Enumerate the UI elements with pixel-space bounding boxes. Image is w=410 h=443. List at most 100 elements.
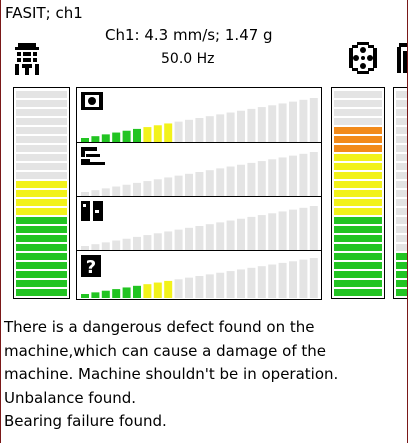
level-bar <box>268 213 277 250</box>
level-bar <box>205 224 214 250</box>
gauge-segment <box>396 91 407 98</box>
gauge-segment <box>334 154 382 161</box>
gauge-segment <box>396 145 407 152</box>
level-bar <box>174 279 183 298</box>
level-bar <box>257 215 266 250</box>
level-bar <box>112 289 121 298</box>
gauge-segment <box>16 118 67 125</box>
gauge-segment <box>334 253 382 260</box>
level-bar <box>185 277 193 298</box>
level-bar <box>268 105 277 142</box>
level-bar <box>101 188 110 196</box>
gauge-segment <box>396 190 407 197</box>
gauge-segment <box>334 172 382 179</box>
looseness-row <box>76 196 322 252</box>
gauge-segment <box>334 190 382 197</box>
level-bar <box>133 128 141 142</box>
gauge-segment <box>334 289 382 296</box>
unknown-fault-level-bars <box>81 258 318 298</box>
gauge-segment <box>16 199 67 206</box>
gauge-segment <box>396 235 407 242</box>
level-bar <box>143 284 152 298</box>
level-bar <box>143 181 152 196</box>
gauge-segment <box>334 181 382 188</box>
level-bar <box>205 274 214 298</box>
gauge-segment <box>334 280 382 287</box>
level-bar <box>122 287 131 298</box>
level-bar <box>299 207 308 250</box>
level-bar <box>237 110 245 142</box>
level-bar <box>112 186 121 196</box>
level-bar <box>257 107 266 142</box>
level-bar <box>247 216 256 250</box>
gauge-segment <box>16 289 67 296</box>
gauge-segment <box>396 262 407 269</box>
gauge-segment <box>334 145 382 152</box>
level-bar <box>257 161 266 196</box>
level-bar <box>81 294 89 298</box>
gearbox-icon <box>397 43 407 73</box>
level-bar <box>153 125 162 142</box>
level-bar <box>216 222 225 250</box>
level-bar <box>289 209 297 250</box>
level-bar <box>278 103 287 142</box>
level-bar <box>247 162 256 196</box>
gauge-segment <box>334 217 382 224</box>
level-bar <box>122 130 131 142</box>
level-bar <box>268 264 277 298</box>
level-bar <box>174 229 183 250</box>
looseness-level-bars <box>81 206 318 250</box>
acceleration-level-gauge <box>331 87 385 299</box>
gauge-segment <box>16 91 67 98</box>
gauge-segment <box>396 154 407 161</box>
diagnosis-message: There is a dangerous defect found on the… <box>4 316 404 434</box>
gauge-segment <box>396 280 407 287</box>
message-line: Bearing failure found. <box>4 412 167 430</box>
gauge-segment <box>396 208 407 215</box>
gauge-segment <box>16 226 67 233</box>
level-bar <box>185 227 193 250</box>
level-bar <box>122 238 131 250</box>
level-bar <box>164 123 173 142</box>
level-bar <box>226 166 235 196</box>
level-bar <box>122 184 131 196</box>
level-bar <box>133 236 141 250</box>
level-bar <box>278 211 287 250</box>
level-bar <box>226 271 235 298</box>
level-bar <box>143 235 152 250</box>
message-line: There is a dangerous defect found on the <box>4 318 315 336</box>
gauge-segment <box>396 136 407 143</box>
misalignment-level-bars <box>81 152 318 196</box>
level-bar <box>289 101 297 142</box>
gauge-segment <box>334 91 382 98</box>
level-bar <box>216 168 225 196</box>
level-bar <box>237 269 245 298</box>
level-bar <box>164 280 173 298</box>
gauge-segment <box>16 145 67 152</box>
level-bar <box>309 152 318 196</box>
level-bar <box>112 132 121 142</box>
level-bar <box>309 258 318 298</box>
gauge-segment <box>16 181 67 188</box>
level-bar <box>195 172 204 196</box>
gauge-segment <box>16 109 67 116</box>
level-bar <box>185 173 193 196</box>
level-bar <box>309 206 318 250</box>
level-bar <box>205 116 214 142</box>
level-bar <box>268 159 277 196</box>
level-bar <box>185 119 193 142</box>
gauge-segment <box>396 181 407 188</box>
level-bar <box>237 164 245 196</box>
level-bar <box>153 282 162 298</box>
frequency-value: 50.0 Hz <box>161 51 215 67</box>
unknown-fault-row: ? <box>76 250 322 300</box>
level-bar <box>143 127 152 142</box>
gauge-segment <box>16 172 67 179</box>
gauge-segment <box>16 127 67 134</box>
level-bar <box>101 290 110 298</box>
level-bar <box>247 267 256 298</box>
message-line: machine. Machine shouldn't be in operati… <box>4 365 339 383</box>
gauge-segment <box>334 163 382 170</box>
level-bar <box>299 259 308 298</box>
level-bar <box>299 153 308 196</box>
